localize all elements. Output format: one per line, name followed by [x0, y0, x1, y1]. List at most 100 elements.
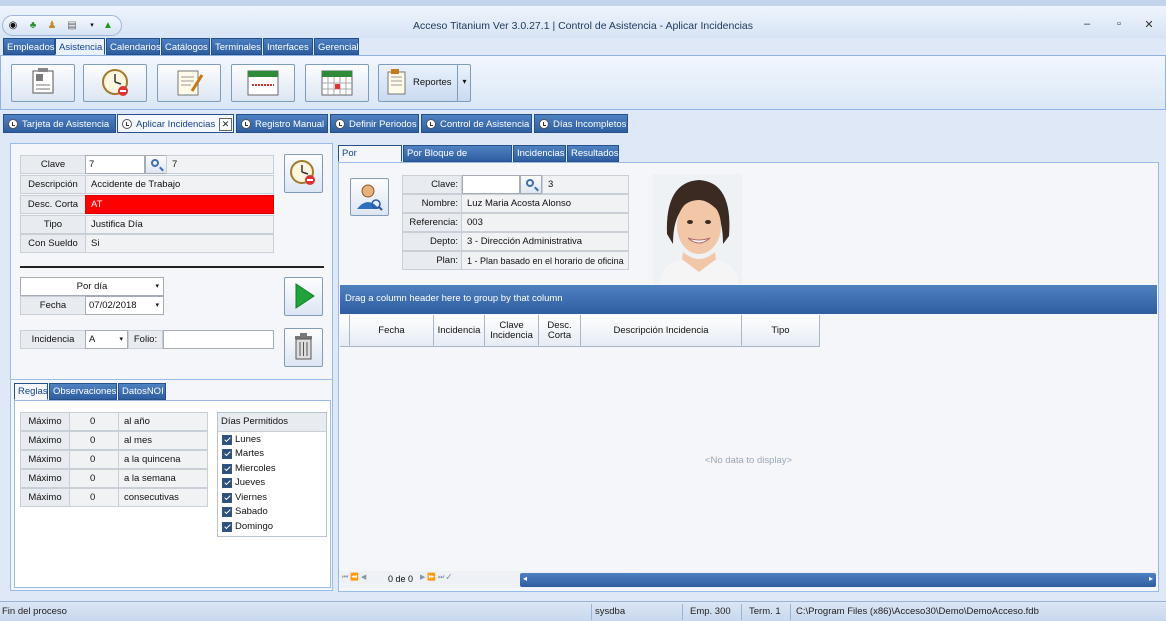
- divider: [20, 266, 324, 268]
- user-icon[interactable]: ♟: [45, 19, 59, 33]
- document-tabs: Tarjeta de Asistencia Aplicar Incidencia…: [0, 112, 1166, 134]
- tab-registro-manual[interactable]: Registro Manual: [236, 114, 328, 133]
- ribbon-tab-terminales[interactable]: Terminales: [211, 38, 262, 55]
- dia-item[interactable]: Jueves: [218, 477, 326, 491]
- reportes-dropdown-icon[interactable]: ▾: [457, 65, 471, 101]
- emp-clave-label: Clave:: [402, 175, 462, 194]
- tab-icon: [122, 119, 132, 129]
- rule-unit: al año: [118, 412, 208, 431]
- close-tab-icon[interactable]: ✕: [219, 118, 232, 131]
- pager-status: 0 de 0: [388, 574, 414, 584]
- clave-search-button[interactable]: [145, 155, 167, 174]
- employees-icon[interactable]: ♣: [26, 19, 40, 33]
- reportes-button[interactable]: Reportes ▾: [378, 64, 471, 102]
- customize-dropdown-icon[interactable]: ▾: [85, 19, 99, 33]
- rule-unit: al mes: [118, 431, 208, 450]
- minimize-button[interactable]: –: [1078, 18, 1096, 30]
- tarjeta-asistencia-button[interactable]: [11, 64, 75, 102]
- emp-clave-input[interactable]: [462, 175, 520, 194]
- dia-item[interactable]: Domingo: [218, 521, 326, 535]
- checkbox-checked-icon[interactable]: [222, 464, 232, 474]
- ribbon-tab-interfaces[interactable]: Interfaces: [263, 38, 313, 55]
- clave-input[interactable]: 7: [85, 155, 145, 174]
- col-tipo[interactable]: Tipo: [742, 315, 820, 347]
- tab-icon: [335, 119, 345, 129]
- group-by-panel[interactable]: Drag a column header here to group by th…: [340, 285, 1157, 314]
- folio-input[interactable]: [163, 330, 274, 349]
- col-desc-corta[interactable]: Desc. Corta: [539, 315, 581, 347]
- checkbox-checked-icon[interactable]: [222, 507, 232, 517]
- checkbox-checked-icon[interactable]: [222, 493, 232, 503]
- tab-icon: [8, 119, 18, 129]
- registro-manual-button[interactable]: [157, 64, 221, 102]
- pager-next-last[interactable]: ▶ ⏩ ⏭ ✓: [420, 573, 452, 582]
- dia-item[interactable]: Miercoles: [218, 463, 326, 477]
- aplicar-incidencias-button[interactable]: [83, 64, 147, 102]
- horizontal-scrollbar[interactable]: ◂ ▸: [520, 573, 1156, 587]
- incidencia-select[interactable]: A ▾: [85, 330, 128, 349]
- tab-incidencias[interactable]: Incidencias: [513, 145, 566, 162]
- dia-item[interactable]: Sabado: [218, 506, 326, 520]
- scroll-right-icon[interactable]: ▸: [1149, 574, 1153, 583]
- col-clave-incidencia[interactable]: Clave Incidencia: [485, 315, 539, 347]
- checkbox-checked-icon[interactable]: [222, 478, 232, 488]
- incidence-action-button[interactable]: [284, 154, 323, 193]
- ribbon-tab-empleados[interactable]: Empleados: [3, 38, 55, 55]
- reglas-panel: Máximo 0 al año Máximo 0 al mes Máximo 0…: [14, 400, 331, 588]
- ribbon-tab-asistencia[interactable]: Asistencia: [55, 38, 105, 55]
- close-button[interactable]: ✕: [1140, 18, 1158, 31]
- select-employee-button[interactable]: [350, 178, 389, 216]
- status-message: Fin del proceso: [2, 606, 67, 617]
- ribbon-tabs: Empleados Asistencia Calendarios Catálog…: [0, 37, 1166, 55]
- apply-button[interactable]: [284, 277, 323, 316]
- modo-select[interactable]: Por día ▾: [20, 277, 164, 296]
- tab-reglas[interactable]: Reglas: [14, 383, 48, 400]
- ribbon-tab-gerencial[interactable]: Gerencial: [314, 38, 359, 55]
- ribbon-tab-catalogos[interactable]: Catálogos: [161, 38, 210, 55]
- plan-value: 1 - Plan basado en el horario de oficina: [461, 251, 629, 270]
- grid-header: Fecha Incidencia Clave Incidencia Desc. …: [340, 315, 820, 347]
- col-incidencia[interactable]: Incidencia: [434, 315, 485, 347]
- status-emp: Emp. 300: [690, 606, 731, 617]
- pager-first-prev[interactable]: ⏮ ⏪ ◀: [342, 573, 366, 582]
- tab-datosnoi[interactable]: DatosNOI: [118, 383, 166, 400]
- emp-clave-result: 3: [542, 175, 629, 194]
- scroll-left-icon[interactable]: ◂: [523, 574, 527, 583]
- checkbox-checked-icon[interactable]: [222, 522, 232, 532]
- tab-observaciones[interactable]: Observaciones: [49, 383, 117, 400]
- tab-dias-incompletos[interactable]: Días Incompletos: [534, 114, 628, 133]
- dia-item[interactable]: Martes: [218, 448, 326, 462]
- up-arrow-icon[interactable]: ▲: [101, 19, 115, 33]
- checkbox-checked-icon[interactable]: [222, 449, 232, 459]
- dia-item[interactable]: Lunes: [218, 434, 326, 448]
- app-menu-icon[interactable]: ◉: [6, 19, 20, 33]
- row-indicator-header: [340, 315, 350, 347]
- tab-por-bloque[interactable]: Por Bloque de Empleados: [403, 145, 512, 175]
- edit-document-icon: [177, 70, 204, 96]
- tab-aplicar-incidencias[interactable]: Aplicar Incidencias ✕: [117, 114, 234, 133]
- tab-icon: [426, 119, 436, 129]
- status-separator: [790, 604, 791, 620]
- col-descripcion-incidencia[interactable]: Descripción Incidencia: [581, 315, 742, 347]
- tab-tarjeta-asistencia[interactable]: Tarjeta de Asistencia: [3, 114, 116, 133]
- maximize-button[interactable]: ▫: [1110, 18, 1128, 30]
- fecha-input[interactable]: 07/02/2018 ▾: [85, 296, 164, 315]
- delete-button[interactable]: [284, 328, 323, 367]
- definir-periodos-button[interactable]: [231, 64, 295, 102]
- col-fecha[interactable]: Fecha: [350, 315, 434, 347]
- search-icon: [526, 179, 534, 187]
- document-icon[interactable]: ▤: [65, 19, 79, 33]
- tab-definir-periodos[interactable]: Definir Periodos: [330, 114, 419, 133]
- checkbox-checked-icon[interactable]: [222, 435, 232, 445]
- dia-item[interactable]: Viernes: [218, 492, 326, 506]
- status-path: C:\Program Files (x86)\Acceso30\Demo\Dem…: [796, 606, 1039, 617]
- descripcion-value: Accidente de Trabajo: [85, 175, 274, 194]
- tab-por-empleado[interactable]: Por Empleado: [338, 145, 402, 175]
- control-asistencia-button[interactable]: [305, 64, 369, 102]
- rule-label: Máximo: [20, 469, 70, 488]
- tab-control-asistencia[interactable]: Control de Asistencia: [421, 114, 532, 133]
- tab-resultados[interactable]: Resultados: [567, 145, 619, 162]
- tab-icon: [241, 119, 251, 129]
- emp-search-button[interactable]: [520, 175, 542, 194]
- ribbon-tab-calendarios[interactable]: Calendarios: [106, 38, 161, 55]
